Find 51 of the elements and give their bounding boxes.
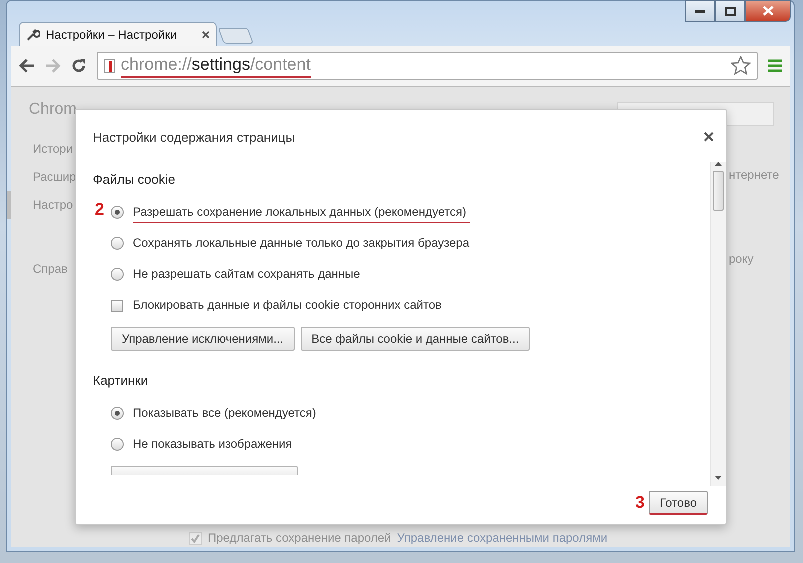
browser-tab[interactable]: Настройки – Настройки xyxy=(19,22,217,46)
checkbox-label: Предлагать сохранение паролей xyxy=(208,531,392,545)
text-fragment: року xyxy=(729,252,754,266)
close-icon xyxy=(762,6,774,16)
close-icon xyxy=(202,30,210,38)
maximize-icon xyxy=(724,6,736,16)
option-label: Не показывать изображения xyxy=(133,437,294,453)
back-icon[interactable] xyxy=(19,59,35,73)
option-label: Показывать все (рекомендуется) xyxy=(133,406,318,422)
maximize-button[interactable] xyxy=(715,0,745,22)
section-title: Картинки xyxy=(93,373,148,388)
close-icon xyxy=(702,130,716,144)
option-label: Разрешать сохранение локальных данных (рекомендуется) xyxy=(133,205,470,223)
dialog-button[interactable]: Управление исключениями... xyxy=(111,327,295,351)
forward-icon[interactable] xyxy=(45,59,61,73)
url-text: chrome://settings/content xyxy=(121,54,311,78)
close-button[interactable] xyxy=(745,0,791,22)
scrollbar[interactable] xyxy=(710,162,726,486)
done-button[interactable]: Готово xyxy=(648,491,708,515)
radio-button[interactable] xyxy=(111,268,124,281)
option-label: Не разрешать сайтам сохранять данные xyxy=(133,267,362,283)
text-fragment: нтернете xyxy=(729,168,780,182)
tab-title: Настройки – Настройки xyxy=(46,28,178,42)
radio-button[interactable] xyxy=(111,206,124,219)
dialog-button[interactable]: Все файлы cookie и данные сайтов... xyxy=(300,327,530,351)
radio-button[interactable] xyxy=(111,438,124,451)
settings-heading-fragment: Chrom xyxy=(28,101,78,119)
address-bar[interactable]: chrome://settings/content xyxy=(97,52,758,80)
star-icon[interactable] xyxy=(731,56,751,76)
checkbox[interactable] xyxy=(189,532,202,544)
radio-button[interactable] xyxy=(111,237,124,250)
new-tab-button[interactable] xyxy=(218,28,254,44)
dialog-title: Настройки содержания страницы xyxy=(93,130,296,144)
scrollbar-thumb[interactable] xyxy=(713,171,724,211)
annotation-number: 2 xyxy=(95,200,104,220)
wrench-icon xyxy=(26,28,40,42)
minimize-icon xyxy=(695,9,705,13)
close-button[interactable] xyxy=(702,130,716,144)
section-title: Файлы cookie xyxy=(93,172,176,187)
menu-icon[interactable] xyxy=(768,59,782,73)
page-icon xyxy=(104,59,115,73)
minimize-button[interactable] xyxy=(685,0,715,22)
option-label: Блокировать данные и файлы cookie сторонних сайтов xyxy=(133,298,443,314)
cut-off-button[interactable] xyxy=(111,466,298,475)
down-arrow-icon xyxy=(715,476,722,480)
radio-button[interactable] xyxy=(111,407,124,420)
annotation-number: 3 xyxy=(635,493,645,513)
option-label: Сохранять локальные данные только до закрытия браузера xyxy=(133,236,470,252)
reload-icon[interactable] xyxy=(71,58,87,74)
up-arrow-icon xyxy=(715,162,722,166)
checkbox[interactable] xyxy=(111,300,123,312)
